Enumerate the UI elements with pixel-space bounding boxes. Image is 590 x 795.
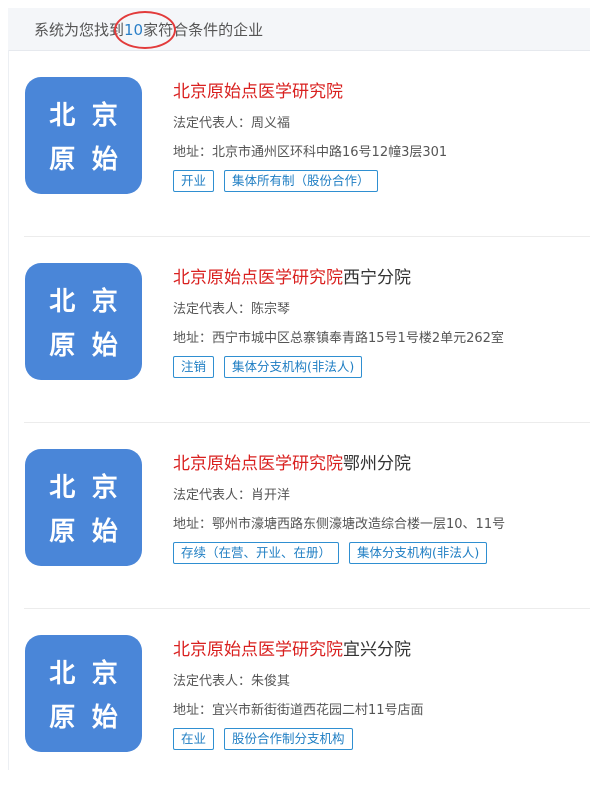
card-divider [24,608,590,609]
company-name-rest: 西宁分院 [343,268,411,288]
addr-value: 北京市通州区环科中路16号12幢3层301 [212,145,448,160]
company-name-highlight: 北京原始点医学研究院 [173,268,343,288]
summary-prefix: 系统为您找到 [34,20,125,39]
company-name-highlight: 北京原始点医学研究院 [173,454,343,474]
status-tag: 开业 [173,170,215,192]
company-name-link[interactable]: 北京原始点医学研究院鄂州分院 [173,454,505,474]
company-name-rest: 宜兴分院 [343,640,411,660]
rep-label: 法定代表人： [173,674,252,689]
addr-label: 地址： [173,331,213,346]
company-logo: 北 京 原 始 [25,449,142,566]
rep-value: 朱俊其 [251,674,291,689]
company-name-link[interactable]: 北京原始点医学研究院宜兴分院 [173,640,424,660]
company-card[interactable]: 北 京 原 始 北京原始点医学研究院 法定代表人：周义福 地址：北京市通州区环科… [8,52,590,237]
rep-label: 法定代表人： [173,116,252,131]
legal-representative: 法定代表人：周义福 [173,112,447,131]
logo-char: 北 [49,658,76,689]
ownership-tag: 集体分支机构(非法人) [224,356,363,378]
addr-value: 西宁市城中区总寨镇奉青路15号1号楼2单元262室 [212,331,504,346]
addr-value: 宜兴市新街街道西花园二村11号店面 [212,703,424,718]
ownership-tag: 集体分支机构(非法人) [349,542,488,564]
rep-label: 法定代表人： [173,302,252,317]
status-tag: 注销 [173,356,215,378]
company-card[interactable]: 北 京 原 始 北京原始点医学研究院鄂州分院 法定代表人：肖开洋 地址：鄂州市濠… [8,424,590,609]
company-logo: 北 京 原 始 [25,77,142,194]
status-tag: 存续（在营、开业、在册） [173,542,340,564]
logo-char: 北 [49,472,76,503]
rep-value: 肖开洋 [251,488,291,503]
company-card[interactable]: 北 京 原 始 北京原始点医学研究院西宁分院 法定代表人：陈宗琴 地址：西宁市城… [8,238,590,423]
logo-char: 京 [91,472,118,503]
legal-representative: 法定代表人：朱俊其 [173,670,424,689]
company-address: 地址：宜兴市新街街道西花园二村11号店面 [173,699,424,718]
company-card[interactable]: 北 京 原 始 北京原始点医学研究院宜兴分院 法定代表人：朱俊其 地址：宜兴市新… [8,610,590,795]
logo-char: 北 [49,286,76,317]
logo-char: 北 [49,100,76,131]
legal-representative: 法定代表人：肖开洋 [173,484,505,503]
rep-value: 陈宗琴 [251,302,291,317]
status-tag: 在业 [173,728,215,750]
logo-char: 原 [49,703,76,734]
logo-char: 京 [91,286,118,317]
logo-char: 京 [91,658,118,689]
card-divider [24,236,590,237]
company-address: 地址：西宁市城中区总寨镇奉青路15号1号楼2单元262室 [173,327,504,346]
logo-char: 京 [91,100,118,131]
logo-char: 原 [49,145,76,176]
rep-value: 周义福 [251,116,291,131]
logo-char: 始 [91,331,118,362]
company-name-highlight: 北京原始点医学研究院 [173,640,343,660]
addr-label: 地址： [173,703,213,718]
company-logo: 北 京 原 始 [25,635,142,752]
red-circle-annotation [114,11,176,49]
company-logo: 北 京 原 始 [25,263,142,380]
company-address: 地址：北京市通州区环科中路16号12幢3层301 [173,141,447,160]
card-divider [24,422,590,423]
results-summary-bar: 系统为您找到10家符合条件的企业 [8,8,590,51]
company-address: 地址：鄂州市濠塘西路东侧濠塘改造综合楼一层10、11号 [173,513,505,532]
company-name-link[interactable]: 北京原始点医学研究院 [173,82,447,102]
rep-label: 法定代表人： [173,488,252,503]
company-name-link[interactable]: 北京原始点医学研究院西宁分院 [173,268,504,288]
company-name-rest: 鄂州分院 [343,454,411,474]
ownership-tag: 股份合作制分支机构 [224,728,353,750]
addr-value: 鄂州市濠塘西路东侧濠塘改造综合楼一层10、11号 [212,517,506,532]
logo-char: 原 [49,517,76,548]
addr-label: 地址： [173,517,213,532]
logo-char: 始 [91,703,118,734]
logo-char: 始 [91,517,118,548]
logo-char: 原 [49,331,76,362]
addr-label: 地址： [173,145,213,160]
company-name-highlight: 北京原始点医学研究院 [173,82,343,102]
ownership-tag: 集体所有制（股份合作） [224,170,378,192]
logo-char: 始 [91,145,118,176]
legal-representative: 法定代表人：陈宗琴 [173,298,504,317]
